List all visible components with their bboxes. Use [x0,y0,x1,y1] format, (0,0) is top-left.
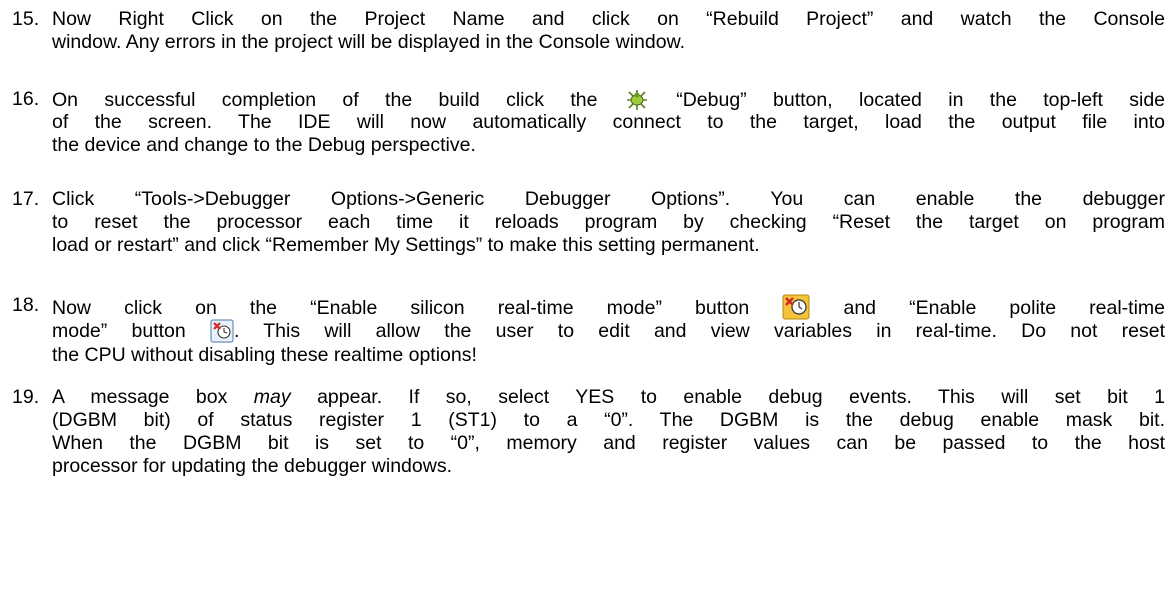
step-text-line: of the screen. The IDE will now automati… [52,111,1165,133]
step-text-line: the CPU without disabling these realtime… [52,344,477,366]
step-text-segment: Now click on the “Enable silicon real-ti… [52,297,750,319]
step-text-segment: mode” button [52,320,186,342]
step-text-line: the device and change to the Debug persp… [52,134,476,156]
step-text-segment: . This will allow the user to edit and v… [233,320,1165,342]
step-number: 19. [12,386,40,408]
step-number: 18. [12,294,40,316]
step-number: 15. [12,8,40,30]
step-text-line: processor for updating the debugger wind… [52,455,452,477]
emphasis-text: may [253,386,291,408]
step-text-segment: On successful completion of the build cl… [52,89,598,111]
step-text-line: When the DGBM bit is set to “0”, memory … [52,432,1165,454]
step-text-line: Now Right Click on the Project Name and … [52,8,1165,30]
step-text-line: to reset the processor each time it relo… [52,211,1165,233]
step-text-line: load or restart” and click “Remember My … [52,234,760,256]
step-number: 16. [12,88,40,110]
step-text-line: (DGBM bit) of status register 1 (ST1) to… [52,409,1165,431]
step-text-line: window. Any errors in the project will b… [52,31,686,53]
step-text-segment: appear. If so, select YES to enable debu… [317,386,1166,408]
step-text-line: A message box may appear. If so, select … [52,386,1165,409]
step-number: 17. [12,188,40,210]
step-text-segment: and “Enable polite real-time [843,297,1165,319]
step-text-segment: “Debug” button, located in the top-left … [676,89,1166,111]
step-text-segment: A message box [52,386,228,408]
step-text-line: Click “Tools->Debugger Options->Generic … [52,188,1165,210]
